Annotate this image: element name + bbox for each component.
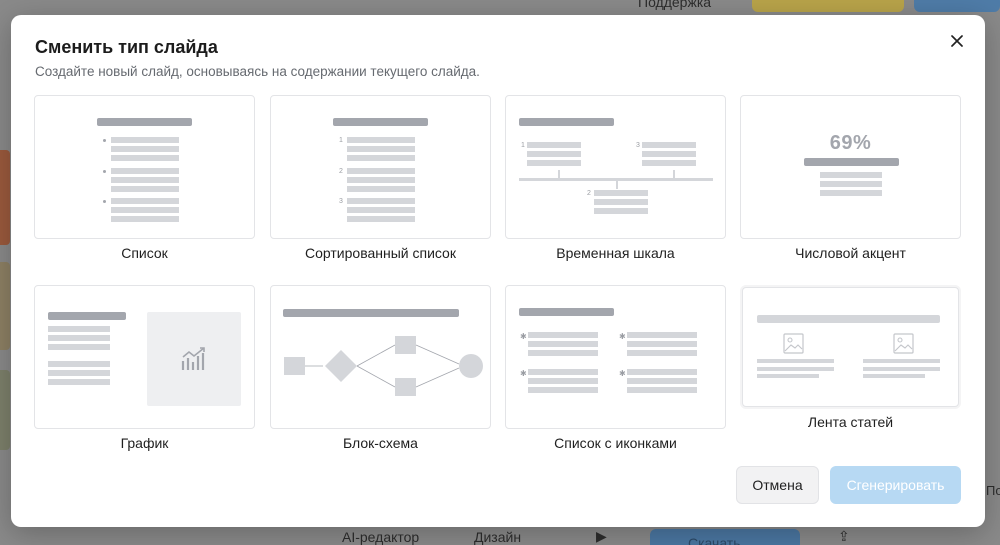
close-button[interactable] (945, 29, 969, 53)
option-number-accent-preview[interactable]: 69% (740, 95, 961, 239)
background-cut-text: По (986, 483, 1000, 498)
option-icon-list[interactable]: ✱ ✱ ✱ ✱ Список с иконками (505, 285, 726, 451)
image-placeholder-icon (893, 333, 914, 354)
support-link: Поддержка (638, 0, 712, 10)
option-label: Список (121, 245, 168, 261)
chart-placeholder (147, 312, 241, 406)
background-button (752, 0, 904, 12)
option-sorted-list-preview[interactable]: 1 2 3 (270, 95, 491, 239)
close-icon (951, 35, 963, 47)
option-article-feed-preview[interactable] (742, 287, 959, 407)
star-icon: ✱ (520, 369, 527, 378)
option-number-accent[interactable]: 69% Числовой акцент (740, 95, 961, 261)
play-icon: ▶ (596, 528, 607, 544)
option-icon-list-preview[interactable]: ✱ ✱ ✱ ✱ (505, 285, 726, 429)
number-accent-value: 69% (829, 132, 872, 154)
generate-button[interactable]: Сгенерировать (830, 466, 961, 504)
star-icon: ✱ (619, 369, 626, 378)
option-list-preview[interactable] (34, 95, 255, 239)
flowchart-diagram (284, 336, 483, 396)
download-button: Скачать (650, 529, 800, 545)
option-label: Сортированный список (305, 245, 456, 261)
background-thumbnail (0, 262, 10, 350)
change-slide-type-dialog: Сменить тип слайда Создайте новый слайд,… (11, 15, 985, 527)
background-topbar: Поддержка (0, 0, 1000, 14)
dialog-subtitle: Создайте новый слайд, основываясь на сод… (35, 64, 480, 79)
star-icon: ✱ (619, 332, 626, 341)
star-icon: ✱ (520, 332, 527, 341)
option-label: Лента статей (807, 414, 894, 430)
image-placeholder-icon (783, 333, 804, 354)
chart-icon (181, 347, 205, 370)
option-flowchart-preview[interactable] (270, 285, 491, 429)
background-thumbnail (0, 370, 10, 450)
dialog-title: Сменить тип слайда (35, 37, 218, 57)
background-thumbnail (0, 150, 10, 245)
background-button (914, 0, 1000, 12)
option-label: Числовой акцент (795, 245, 906, 261)
ai-editor-label: AI-редактор (342, 529, 420, 545)
option-chart-preview[interactable] (34, 285, 255, 429)
cancel-button[interactable]: Отмена (736, 466, 819, 504)
option-article-feed[interactable]: Лента статей (742, 287, 959, 430)
option-label: График (120, 435, 169, 451)
option-chart[interactable]: График (34, 285, 255, 451)
share-icon: ⇪ (838, 528, 850, 544)
option-list[interactable]: Список (34, 95, 255, 261)
option-label: Временная шкала (556, 245, 675, 261)
design-label: Дизайн (474, 529, 522, 545)
option-label: Блок-схема (343, 435, 418, 451)
option-timeline-preview[interactable]: 1 3 2 (505, 95, 726, 239)
option-sorted-list[interactable]: 1 2 3 Сортированный список (270, 95, 491, 261)
option-timeline[interactable]: 1 3 2 Временная шкала (505, 95, 726, 261)
background-bottom-bar: AI-редактор Дизайн ▶ Скачать ⇪ (0, 527, 1000, 545)
option-flowchart[interactable]: Блок-схема (270, 285, 491, 451)
option-label: Список с иконками (554, 435, 677, 451)
